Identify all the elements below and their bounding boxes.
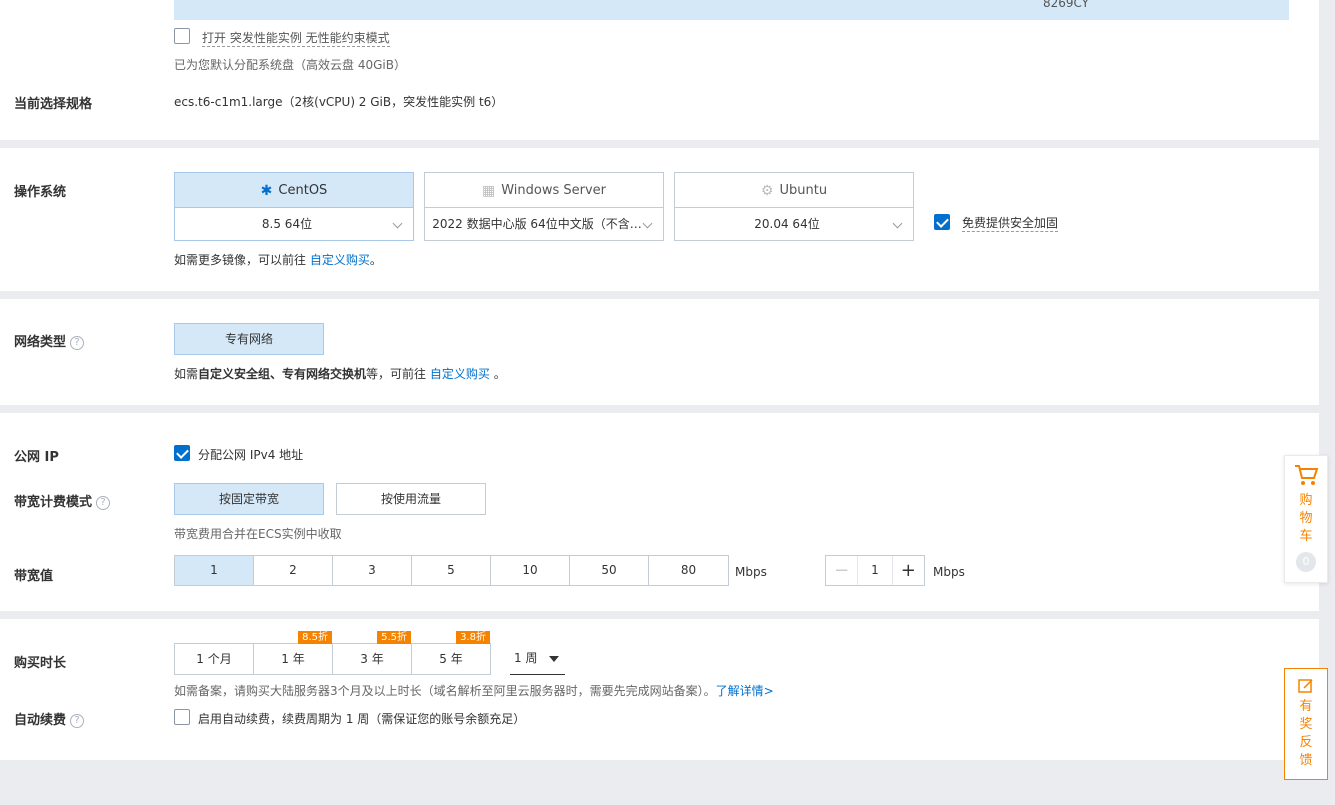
billing-traffic-button[interactable]: 按使用流量 [336,483,486,515]
bandwidth-option[interactable]: 2 [254,556,333,585]
help-icon[interactable]: ? [70,714,85,728]
feedback-tab[interactable]: 有奖反馈 [1284,668,1328,780]
duration-option[interactable]: 5 年 3.8折 [411,631,491,675]
minus-button[interactable]: − [826,556,859,585]
cart-icon [1295,465,1319,485]
edit-icon [1298,679,1313,693]
security-hardening-label: 免费提供安全加固 [962,216,1059,232]
chevron-down-icon [642,218,653,229]
bandwidth-value-label: 带宽值 [14,569,54,584]
cart-tab[interactable]: 购物车 0 [1284,455,1328,583]
duration-note: 如需备案，请购买大陆服务器3个月及以上时长（域名解析至阿里云服务器时，需要先完成… [174,684,774,698]
week-select[interactable]: 1 周 [510,643,565,675]
auto-renew-label: 自动续费? [14,709,85,728]
chevron-down-icon [892,218,903,229]
bandwidth-slider-bar[interactable]: 8269CY [174,0,1289,20]
duration-option[interactable]: 3 年 5.5折 [332,631,412,675]
bandwidth-option[interactable]: 1 [175,556,254,585]
bandwidth-options: 1 2 3 5 10 50 80 [174,555,729,586]
caret-down-icon [549,656,559,662]
custom-purchase-link[interactable]: 自定义购买 [430,367,490,381]
cart-count-badge: 0 [1296,552,1316,572]
instance-panel: 8269CY 打开 突发性能实例 无性能约束模式 已为您默认分配系统盘（高效云盘… [0,0,1319,140]
duration-option[interactable]: 1 年 8.5折 [253,631,333,675]
duration-label: 购买时长 [14,656,67,671]
bandwidth-stepper: − 1 + [825,555,925,586]
discount-badge: 8.5折 [298,631,332,644]
bandwidth-option[interactable]: 50 [570,556,649,585]
system-disk-note: 已为您默认分配系统盘（高效云盘 40GiB） [174,58,406,72]
public-ip-checkbox-label: 分配公网 IPv4 地址 [198,448,304,462]
bandwidth-option[interactable]: 5 [412,556,491,585]
discount-badge: 5.5折 [377,631,411,644]
centos-icon: ✱ [260,183,273,199]
custom-purchase-link[interactable]: 自定义购买 [310,253,370,267]
bandwidth-option[interactable]: 3 [333,556,412,585]
duration-option[interactable]: 1 个月 [174,643,254,675]
os-version-select-centos[interactable]: 8.5 64位 [175,208,413,241]
billing-fixed-button[interactable]: 按固定带宽 [174,483,324,515]
billing-note: 带宽费用合并在ECS实例中收取 [174,527,342,541]
chevron-down-icon [392,218,403,229]
network-panel: 网络类型? 专有网络 如需自定义安全组、专有网络交换机等，可前往 自定义购买 。 [0,299,1319,405]
network-type-label: 网络类型? [14,331,85,350]
bandwidth-unit: Mbps [735,565,767,579]
auto-renew-checkbox-label: 启用自动续费，续费周期为 1 周（需保证您的账号余额充足） [198,712,526,726]
feedback-label: 有奖反馈 [1299,699,1313,768]
security-hardening-checkbox[interactable] [934,214,950,230]
billing-mode-label: 带宽计费模式? [14,491,111,510]
help-icon[interactable]: ? [70,336,85,350]
os-panel: 操作系统 ✱ CentOS 8.5 64位 ▦ Windows Server 202… [0,148,1319,291]
public-ip-label: 公网 IP [14,450,59,465]
os-version-select-ubuntu[interactable]: 20.04 64位 [675,208,913,241]
help-icon[interactable]: ? [96,496,111,510]
current-spec-value: ecs.t6-c1m1.large（2核(vCPU) 2 GiB，突发性能实例 … [174,95,504,109]
network-note: 如需自定义安全组、专有网络交换机等，可前往 自定义购买 。 [174,367,506,381]
bandwidth-panel: 公网 IP 分配公网 IPv4 地址 带宽计费模式? 按固定带宽 按使用流量 带… [0,413,1319,611]
plus-button[interactable]: + [891,556,924,585]
cart-label: 购物车 [1299,493,1313,544]
duration-panel: 购买时长 1 个月 1 年 8.5折 3 年 5.5折 5 年 3.8折 1 周 如需… [0,619,1319,760]
bandwidth-option[interactable]: 80 [649,556,728,585]
bandwidth-option[interactable]: 10 [491,556,570,585]
os-label: 操作系统 [14,185,67,200]
stepper-unit: Mbps [933,565,965,579]
burst-mode-checkbox[interactable] [174,28,190,44]
burst-mode-label: 打开 突发性能实例 无性能约束模式 [202,31,390,47]
more-images-note: 如需更多镜像，可以前往 自定义购买。 [174,253,382,267]
os-card-ubuntu[interactable]: ⚙ Ubuntu 20.04 64位 [674,172,914,241]
slider-value: 8269CY [1042,0,1089,10]
public-ip-checkbox[interactable] [174,445,190,461]
discount-badge: 3.8折 [456,631,490,644]
os-version-select-windows[interactable]: 2022 数据中心版 64位中文版（不含… [425,208,663,241]
learn-more-link[interactable]: 了解详情> [716,684,774,698]
current-spec-label: 当前选择规格 [14,97,93,112]
os-card-windows[interactable]: ▦ Windows Server 2022 数据中心版 64位中文版（不含… [424,172,664,241]
os-card-centos[interactable]: ✱ CentOS 8.5 64位 [174,172,414,241]
vpc-button[interactable]: 专有网络 [174,323,324,355]
auto-renew-checkbox[interactable] [174,709,190,725]
windows-icon: ▦ [481,183,496,199]
bandwidth-stepper-input[interactable]: 1 [858,556,891,585]
ubuntu-icon: ⚙ [760,183,774,199]
